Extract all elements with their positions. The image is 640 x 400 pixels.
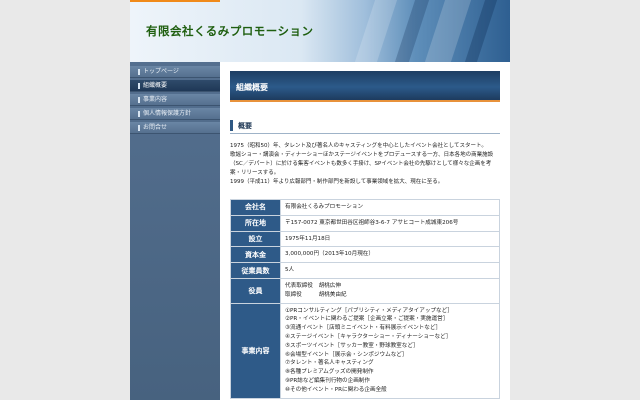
bullet-icon xyxy=(138,69,140,75)
sidebar-item-top[interactable]: トップページ xyxy=(130,66,220,78)
page-title: 組織概要 xyxy=(236,83,268,92)
bullet-icon xyxy=(138,111,140,117)
site-header: 有限会社くるみプロモーション xyxy=(130,0,510,62)
main-content: 組織概要 概要 1975（昭和50）年、タレント及び著名人のキャスティングを中心… xyxy=(230,71,500,399)
sidebar-nav: トップページ 組織概要 事業内容 個人情報保護方針 お問合せ xyxy=(130,62,220,400)
site-title[interactable]: 有限会社くるみプロモーション xyxy=(146,23,314,39)
table-row: 設立 1975年11月18日 xyxy=(230,230,500,248)
sidebar-item-label: 事業内容 xyxy=(143,96,168,103)
company-address: 〒157-0072 東京都世田谷区祖師谷3-6-7 アサヒコート成城東206号 xyxy=(280,214,500,232)
sidebar-item-label: トップページ xyxy=(143,68,179,75)
row-label: 資本金 xyxy=(230,246,281,264)
bullet-icon xyxy=(138,83,140,89)
sidebar-item-privacy-policy[interactable]: 個人情報保護方針 xyxy=(130,108,220,120)
sidebar-item-label: お問合せ xyxy=(143,124,168,131)
list-item: ③流通イベント［店頭ミニイベント・有料展示イベントなど］ xyxy=(285,325,442,332)
sidebar-item-label: 組織概要 xyxy=(143,82,168,89)
heading-marker xyxy=(230,120,233,131)
table-row: 所在地 〒157-0072 東京都世田谷区祖師谷3-6-7 アサヒコート成城東2… xyxy=(230,214,500,232)
list-item: ①PRコンサルティング［パブリシティ・メディアタイアップなど］ xyxy=(285,307,453,314)
header-accent-bar xyxy=(130,0,220,2)
header-decoration xyxy=(394,0,430,62)
list-item: ⑨PR誌など編集刊行物の企画制作 xyxy=(285,377,370,384)
intro-text: 1975（昭和50）年、タレント及び著名人のキャスティングを中心としたイベント会… xyxy=(230,142,500,187)
established-date: 1975年11月18日 xyxy=(280,230,500,248)
row-label: 所在地 xyxy=(230,214,281,232)
row-label: 設立 xyxy=(230,230,281,248)
bullet-icon xyxy=(138,97,140,103)
section-heading: 概要 xyxy=(230,119,500,134)
row-label: 役員 xyxy=(230,277,281,304)
company-info-table: 会社名 有限会社くるみプロモーション 所在地 〒157-0072 東京都世田谷区… xyxy=(230,199,500,399)
table-row: 従業員数 5人 xyxy=(230,262,500,279)
capital: 3,000,000円（2013年10月現在） xyxy=(280,246,500,264)
list-item: ②PR・イベントに関わるご提案［企画立案・ご提案・実施運営］ xyxy=(285,316,449,323)
intro-paragraph: 1975（昭和50）年、タレント及び著名人のキャスティングを中心としたイベント会… xyxy=(230,143,487,149)
intro-paragraph: 1999（平成11）年より広報部門・制作部門を新設して事業領域を拡大、現在に至る… xyxy=(230,179,444,185)
list-item: ④ステージイベント［キャラクターショー・ディナーショーなど］ xyxy=(285,333,452,340)
list-item: ⑩その他イベント・PRに関わる企画全般 xyxy=(285,386,387,393)
header-decoration xyxy=(464,0,498,62)
section-title: 概要 xyxy=(238,122,252,130)
officers: 代表取締役 胡桃広伸 取締役 胡桃美由紀 xyxy=(280,277,500,304)
page: 有限会社くるみプロモーション トップページ 組織概要 事業内容 個人情報保護方針… xyxy=(130,0,510,400)
list-item: ⑥会場型イベント［展示会・シンポジウムなど］ xyxy=(285,351,408,358)
header-decoration xyxy=(424,0,472,62)
bullet-icon xyxy=(138,125,140,131)
table-row: 事業内容 ①PRコンサルティング［パブリシティ・メディアタイアップなど］ ②PR… xyxy=(230,302,500,399)
list-item: ⑤スポーツイベント［サッカー教室・野球教室など］ xyxy=(285,342,419,349)
officer-line: 取締役 胡桃美由紀 xyxy=(285,291,347,298)
sidebar-item-label: 個人情報保護方針 xyxy=(143,110,192,117)
sidebar-item-company-overview[interactable]: 組織概要 xyxy=(130,80,220,92)
business-list: ①PRコンサルティング［パブリシティ・メディアタイアップなど］ ②PR・イベント… xyxy=(280,302,500,399)
intro-paragraph: 歌謡ショー・講演会・ディナーショーほかステージイベントをプロデュースする一方、日… xyxy=(230,152,494,176)
row-label: 事業内容 xyxy=(230,302,281,399)
list-item: ⑧各種プレミアムグッズの開発制作 xyxy=(285,369,374,376)
row-label: 従業員数 xyxy=(230,262,281,279)
officer-line: 代表取締役 胡桃広伸 xyxy=(285,282,341,289)
sidebar-item-business[interactable]: 事業内容 xyxy=(130,94,220,106)
employee-count: 5人 xyxy=(280,262,500,279)
company-name: 有限会社くるみプロモーション xyxy=(280,199,500,216)
table-row: 会社名 有限会社くるみプロモーション xyxy=(230,199,500,216)
sidebar-item-contact[interactable]: お問合せ xyxy=(130,122,220,134)
table-row: 資本金 3,000,000円（2013年10月現在） xyxy=(230,246,500,264)
header-decoration xyxy=(354,0,398,62)
row-label: 会社名 xyxy=(230,199,281,216)
table-row: 役員 代表取締役 胡桃広伸 取締役 胡桃美由紀 xyxy=(230,277,500,304)
list-item: ⑦タレント・著名人キャスティング xyxy=(285,360,374,367)
page-heading-banner: 組織概要 xyxy=(230,71,500,102)
